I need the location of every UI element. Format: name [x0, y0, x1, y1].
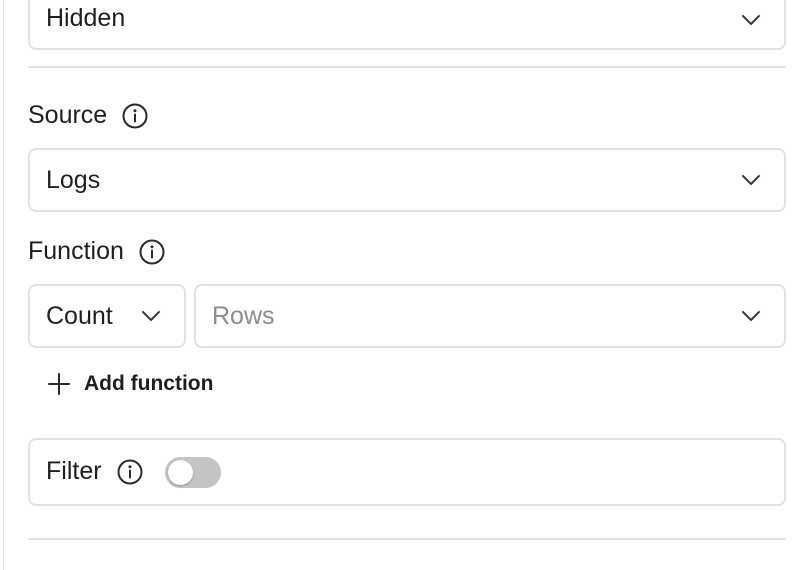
function-label-row: Function	[28, 237, 166, 266]
add-function-label: Add function	[84, 372, 214, 395]
chevron-down-icon	[740, 173, 762, 187]
section-divider	[28, 66, 786, 68]
chevron-down-icon	[140, 309, 162, 323]
toggle-knob	[168, 460, 193, 485]
filter-panel: Filter	[28, 438, 786, 506]
info-icon[interactable]	[116, 458, 144, 486]
visibility-select-value: Hidden	[46, 3, 126, 32]
plus-icon	[46, 371, 72, 397]
panel-left-border	[3, 0, 4, 570]
source-select-value: Logs	[46, 165, 101, 194]
aggregate-function-select[interactable]: Count	[28, 284, 186, 348]
add-function-button[interactable]: Add function	[46, 368, 213, 400]
chevron-down-icon	[740, 13, 762, 27]
filter-label-row: Filter	[46, 457, 144, 486]
source-select[interactable]: Logs	[28, 148, 786, 212]
source-label: Source	[28, 101, 108, 129]
filter-toggle[interactable]	[165, 457, 221, 488]
function-field-select[interactable]: Rows	[194, 284, 786, 348]
filter-label: Filter	[46, 457, 102, 485]
function-label: Function	[28, 237, 124, 265]
chevron-down-icon	[740, 309, 762, 323]
info-icon[interactable]	[138, 238, 166, 266]
info-icon[interactable]	[121, 102, 149, 130]
visibility-select[interactable]: Hidden	[28, 0, 786, 50]
section-divider	[28, 538, 786, 540]
source-label-row: Source	[28, 101, 149, 130]
function-field-placeholder: Rows	[212, 301, 275, 330]
